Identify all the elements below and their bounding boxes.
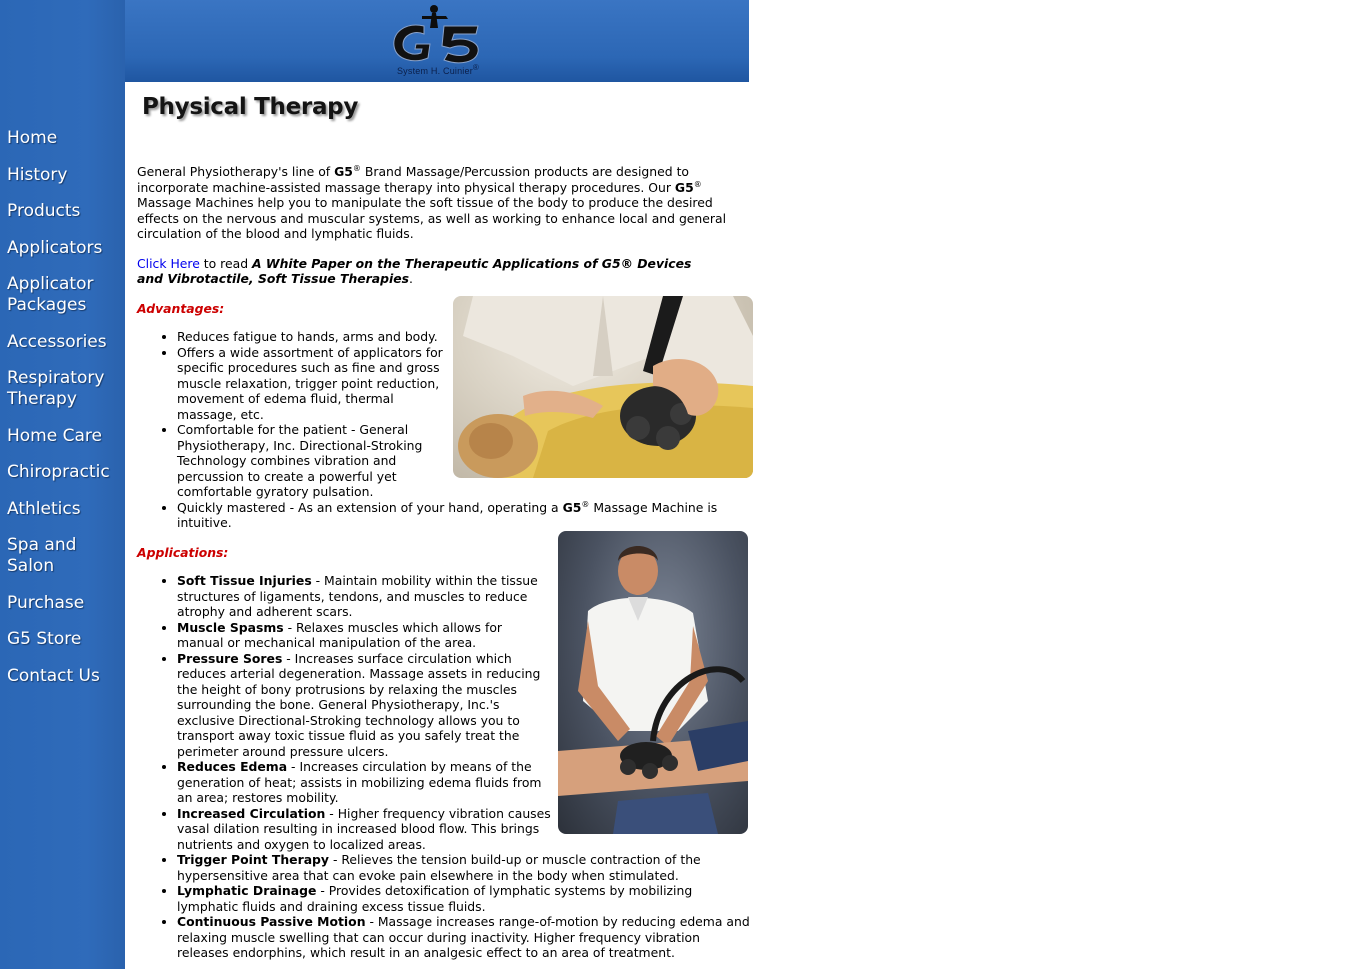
list-item: Reduces Edema - Increases circulation by… (177, 759, 552, 806)
list-item: Lymphatic Drainage - Provides detoxifica… (177, 883, 752, 914)
nav-spa-and-salon[interactable]: Spa and Salon (7, 535, 127, 577)
nav-home-care[interactable]: Home Care (7, 426, 127, 447)
list-item: Offers a wide assortment of applicators … (177, 345, 457, 423)
therapy-photo-shoulder (453, 296, 753, 478)
therapy-photo-leg (558, 531, 748, 834)
list-item: Trigger Point Therapy - Relieves the ten… (177, 852, 752, 883)
nav-applicator-packages[interactable]: Applicator Packages (7, 274, 127, 316)
g5-logo-mark (393, 5, 479, 64)
main-content: Physical Therapy General Physiotherapy's… (137, 94, 753, 961)
list-item: Muscle Spasms - Relaxes muscles which al… (177, 620, 552, 651)
nav-g5-store[interactable]: G5 Store (7, 629, 127, 650)
page-title: Physical Therapy (142, 94, 359, 120)
nav-respiratory-therapy[interactable]: Respiratory Therapy (7, 368, 127, 410)
g5-logo[interactable]: System H. Cuinier® (386, 2, 490, 78)
applications-list: Soft Tissue Injuries - Maintain mobility… (137, 573, 750, 961)
nav-purchase[interactable]: Purchase (7, 593, 127, 614)
nav-applicators[interactable]: Applicators (7, 238, 127, 259)
nav-contact-us[interactable]: Contact Us (7, 666, 127, 687)
list-item: Pressure Sores - Increases surface circu… (177, 651, 552, 760)
list-item: Reduces fatigue to hands, arms and body. (177, 329, 457, 345)
logo-caption: System H. Cuinier® (396, 63, 480, 77)
nav-accessories[interactable]: Accessories (7, 332, 127, 353)
nav-home[interactable]: Home (7, 128, 127, 149)
main-nav: Home History Products Applicators Applic… (7, 128, 127, 702)
nav-chiropractic[interactable]: Chiropractic (7, 462, 127, 483)
nav-athletics[interactable]: Athletics (7, 499, 127, 520)
advantages-list: Reduces fatigue to hands, arms and body.… (137, 329, 717, 531)
intro-paragraph: General Physiotherapy's line of G5® Bran… (137, 163, 727, 241)
list-item: Increased Circulation - Higher frequency… (177, 806, 552, 853)
whitepaper-paragraph: Click Here to read A White Paper on the … (137, 255, 692, 287)
whitepaper-link[interactable]: Click Here (137, 256, 200, 271)
list-item: Comfortable for the patient - General Ph… (177, 422, 457, 500)
list-item: Continuous Passive Motion - Massage incr… (177, 914, 752, 961)
list-item: Quickly mastered - As an extension of yo… (177, 500, 757, 531)
nav-products[interactable]: Products (7, 201, 127, 222)
list-item: Soft Tissue Injuries - Maintain mobility… (177, 573, 552, 620)
nav-history[interactable]: History (7, 165, 127, 186)
